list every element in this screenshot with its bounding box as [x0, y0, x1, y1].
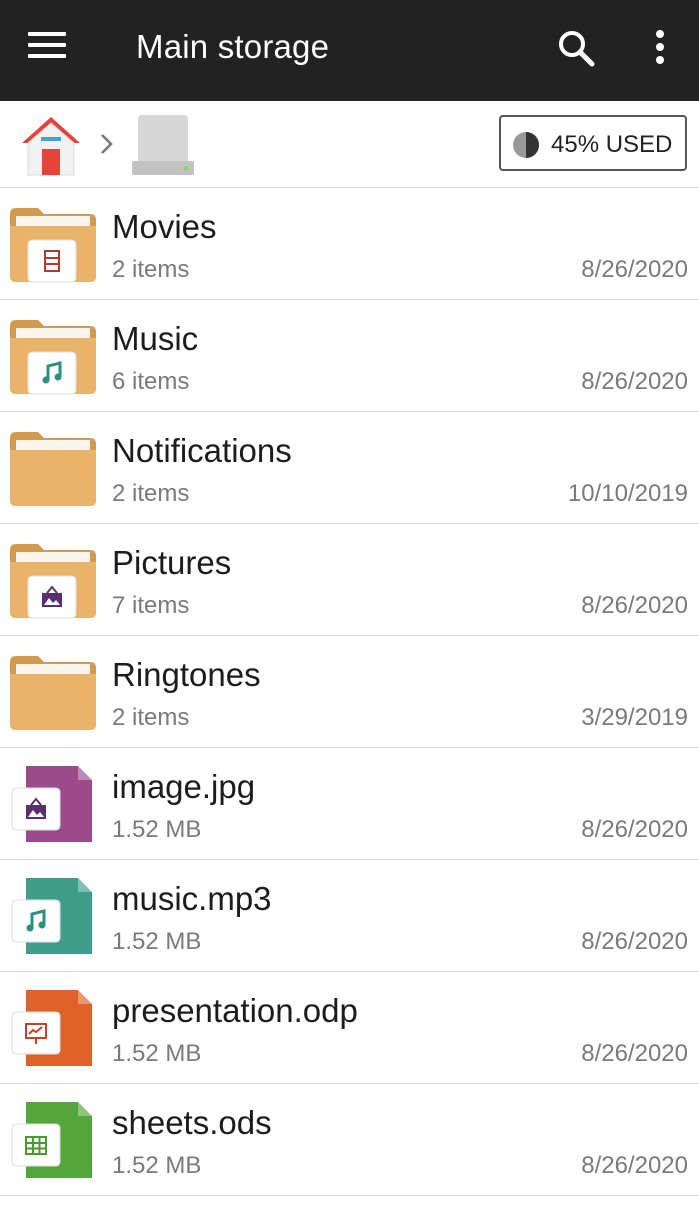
search-icon: [559, 31, 595, 67]
more-vert-icon: [656, 30, 664, 64]
item-details: 1.52 MB: [112, 928, 202, 955]
item-details: 1.52 MB: [112, 1040, 202, 1067]
folder-icon: [8, 316, 98, 396]
breadcrumb: 45% USED: [0, 101, 699, 188]
music-note-icon: [11, 878, 92, 954]
list-item[interactable]: music.mp3 1.52 MB 8/26/2020: [0, 860, 699, 972]
film-icon: [10, 208, 96, 283]
list-item[interactable]: image.jpg 1.52 MB 8/26/2020: [0, 748, 699, 860]
list-item[interactable]: Pictures 7 items 8/26/2020: [0, 524, 699, 636]
folder-icon: [8, 428, 98, 508]
file-icon: [8, 764, 98, 844]
spreadsheet-icon: [11, 1102, 92, 1178]
item-date: 8/26/2020: [581, 368, 688, 395]
breadcrumb-drive[interactable]: [128, 109, 198, 179]
file-list: Movies 2 items 8/26/2020 Music 6 items 8/26/2…: [0, 188, 699, 1196]
item-details: 7 items: [112, 592, 190, 619]
list-item[interactable]: Movies 2 items 8/26/2020: [0, 188, 699, 300]
search-button[interactable]: [552, 24, 602, 74]
item-date: 10/10/2019: [567, 480, 688, 507]
list-item[interactable]: Music 6 items 8/26/2020: [0, 300, 699, 412]
music-note-icon: [10, 320, 96, 395]
top-app-bar: Main storage: [0, 0, 699, 101]
folder-icon: [8, 652, 98, 732]
folder-icon: [10, 656, 96, 730]
item-date: 3/29/2019: [581, 704, 688, 731]
item-name: music.mp3: [112, 880, 272, 917]
menu-icon: [28, 32, 66, 36]
item-details: 2 items: [112, 256, 190, 283]
storage-usage-label: 45% USED: [551, 131, 673, 158]
item-date: 8/26/2020: [581, 1040, 688, 1067]
home-icon: [22, 117, 80, 176]
chevron-right-icon: [101, 134, 113, 154]
page-title: Main storage: [136, 28, 330, 65]
menu-icon-bar: [28, 54, 66, 58]
drive-icon: [132, 115, 194, 175]
more-options-button[interactable]: [640, 24, 680, 74]
list-item[interactable]: sheets.ods 1.52 MB 8/26/2020: [0, 1084, 699, 1196]
item-name: Music: [112, 320, 199, 357]
item-name: sheets.ods: [112, 1104, 272, 1141]
list-item[interactable]: Notifications 2 items 10/10/2019: [0, 412, 699, 524]
item-name: Movies: [112, 208, 217, 245]
item-details: 6 items: [112, 368, 190, 395]
presentation-icon: [11, 990, 92, 1066]
item-date: 8/26/2020: [581, 1152, 688, 1179]
breadcrumb-home[interactable]: [18, 113, 84, 179]
item-name: image.jpg: [112, 768, 256, 805]
pie-chart-icon: [513, 132, 539, 158]
list-item[interactable]: Ringtones 2 items 3/29/2019: [0, 636, 699, 748]
folder-icon: [8, 204, 98, 284]
file-icon: [8, 988, 98, 1068]
file-icon: [8, 876, 98, 956]
list-item[interactable]: presentation.odp 1.52 MB 8/26/2020: [0, 972, 699, 1084]
storage-usage-button[interactable]: 45% USED: [499, 115, 687, 171]
item-date: 8/26/2020: [581, 592, 688, 619]
item-details: 1.52 MB: [112, 1152, 202, 1179]
item-details: 2 items: [112, 480, 190, 507]
menu-icon-bar: [28, 43, 66, 47]
item-name: Ringtones: [112, 656, 261, 693]
item-name: presentation.odp: [112, 992, 358, 1029]
folder-icon: [8, 540, 98, 620]
item-name: Notifications: [112, 432, 292, 469]
item-date: 8/26/2020: [581, 816, 688, 843]
item-date: 8/26/2020: [581, 256, 688, 283]
menu-button[interactable]: [18, 22, 78, 74]
item-name: Pictures: [112, 544, 232, 581]
item-details: 1.52 MB: [112, 816, 202, 843]
picture-icon: [11, 766, 92, 842]
picture-icon: [10, 544, 96, 619]
item-date: 8/26/2020: [581, 928, 688, 955]
folder-icon: [10, 432, 96, 506]
item-details: 2 items: [112, 704, 190, 731]
file-icon: [8, 1100, 98, 1180]
